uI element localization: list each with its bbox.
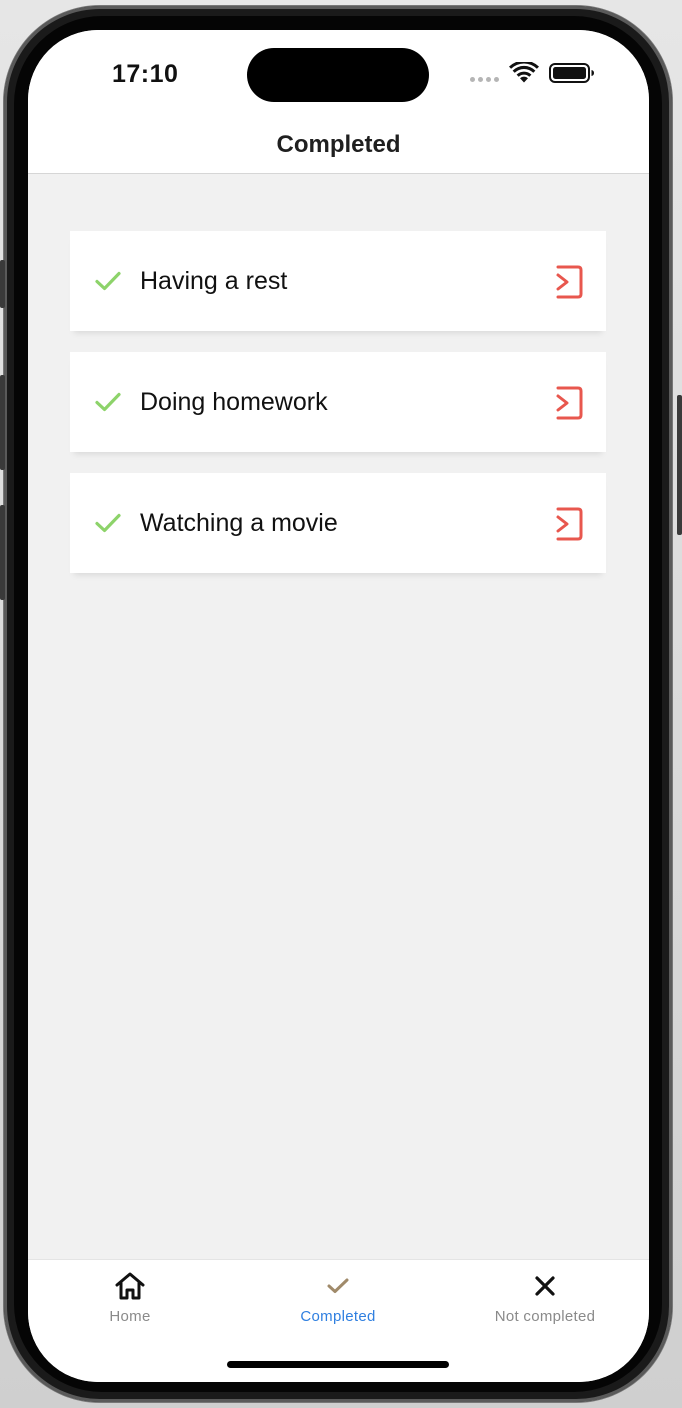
task-label: Doing homework xyxy=(140,388,328,416)
side-button-volume-up xyxy=(0,375,5,470)
move-out-icon[interactable] xyxy=(554,505,584,543)
tab-home[interactable]: Home xyxy=(40,1270,220,1325)
page-title: Completed xyxy=(276,131,401,158)
task-card[interactable]: Watching a movie xyxy=(70,473,606,573)
task-label: Having a rest xyxy=(140,267,288,295)
close-icon xyxy=(535,1276,555,1296)
move-out-icon[interactable] xyxy=(554,263,584,301)
app-screen: 17:10 Completed Having a rest Doing home… xyxy=(28,30,649,1382)
task-card[interactable]: Having a rest xyxy=(70,231,606,331)
status-time: 17:10 xyxy=(112,60,179,88)
check-icon xyxy=(95,271,121,291)
task-label: Watching a movie xyxy=(140,509,338,537)
check-icon xyxy=(327,1278,349,1293)
status-bar: 17:10 xyxy=(28,30,649,130)
side-button-action xyxy=(0,260,5,308)
tab-home-label: Home xyxy=(109,1308,151,1325)
home-icon xyxy=(115,1272,145,1300)
task-list: Having a rest Doing homework Watching a … xyxy=(70,231,606,594)
side-button-power xyxy=(677,395,682,535)
check-icon xyxy=(95,513,121,533)
navigation-header: Completed xyxy=(28,130,649,174)
move-out-icon[interactable] xyxy=(554,384,584,422)
cellular-signal-icon xyxy=(470,76,499,82)
status-icons xyxy=(470,62,595,84)
check-icon xyxy=(95,392,121,412)
tab-bar: Home Completed Not completed xyxy=(28,1259,649,1382)
home-indicator[interactable] xyxy=(227,1361,449,1368)
dynamic-island xyxy=(247,48,429,102)
tab-completed-label: Completed xyxy=(300,1308,376,1325)
side-button-volume-down xyxy=(0,505,5,600)
wifi-icon xyxy=(509,62,539,83)
battery-icon xyxy=(549,63,594,83)
tab-completed[interactable]: Completed xyxy=(248,1270,428,1325)
tab-not-completed-label: Not completed xyxy=(494,1308,596,1325)
task-card[interactable]: Doing homework xyxy=(70,352,606,452)
tab-not-completed[interactable]: Not completed xyxy=(455,1270,635,1325)
